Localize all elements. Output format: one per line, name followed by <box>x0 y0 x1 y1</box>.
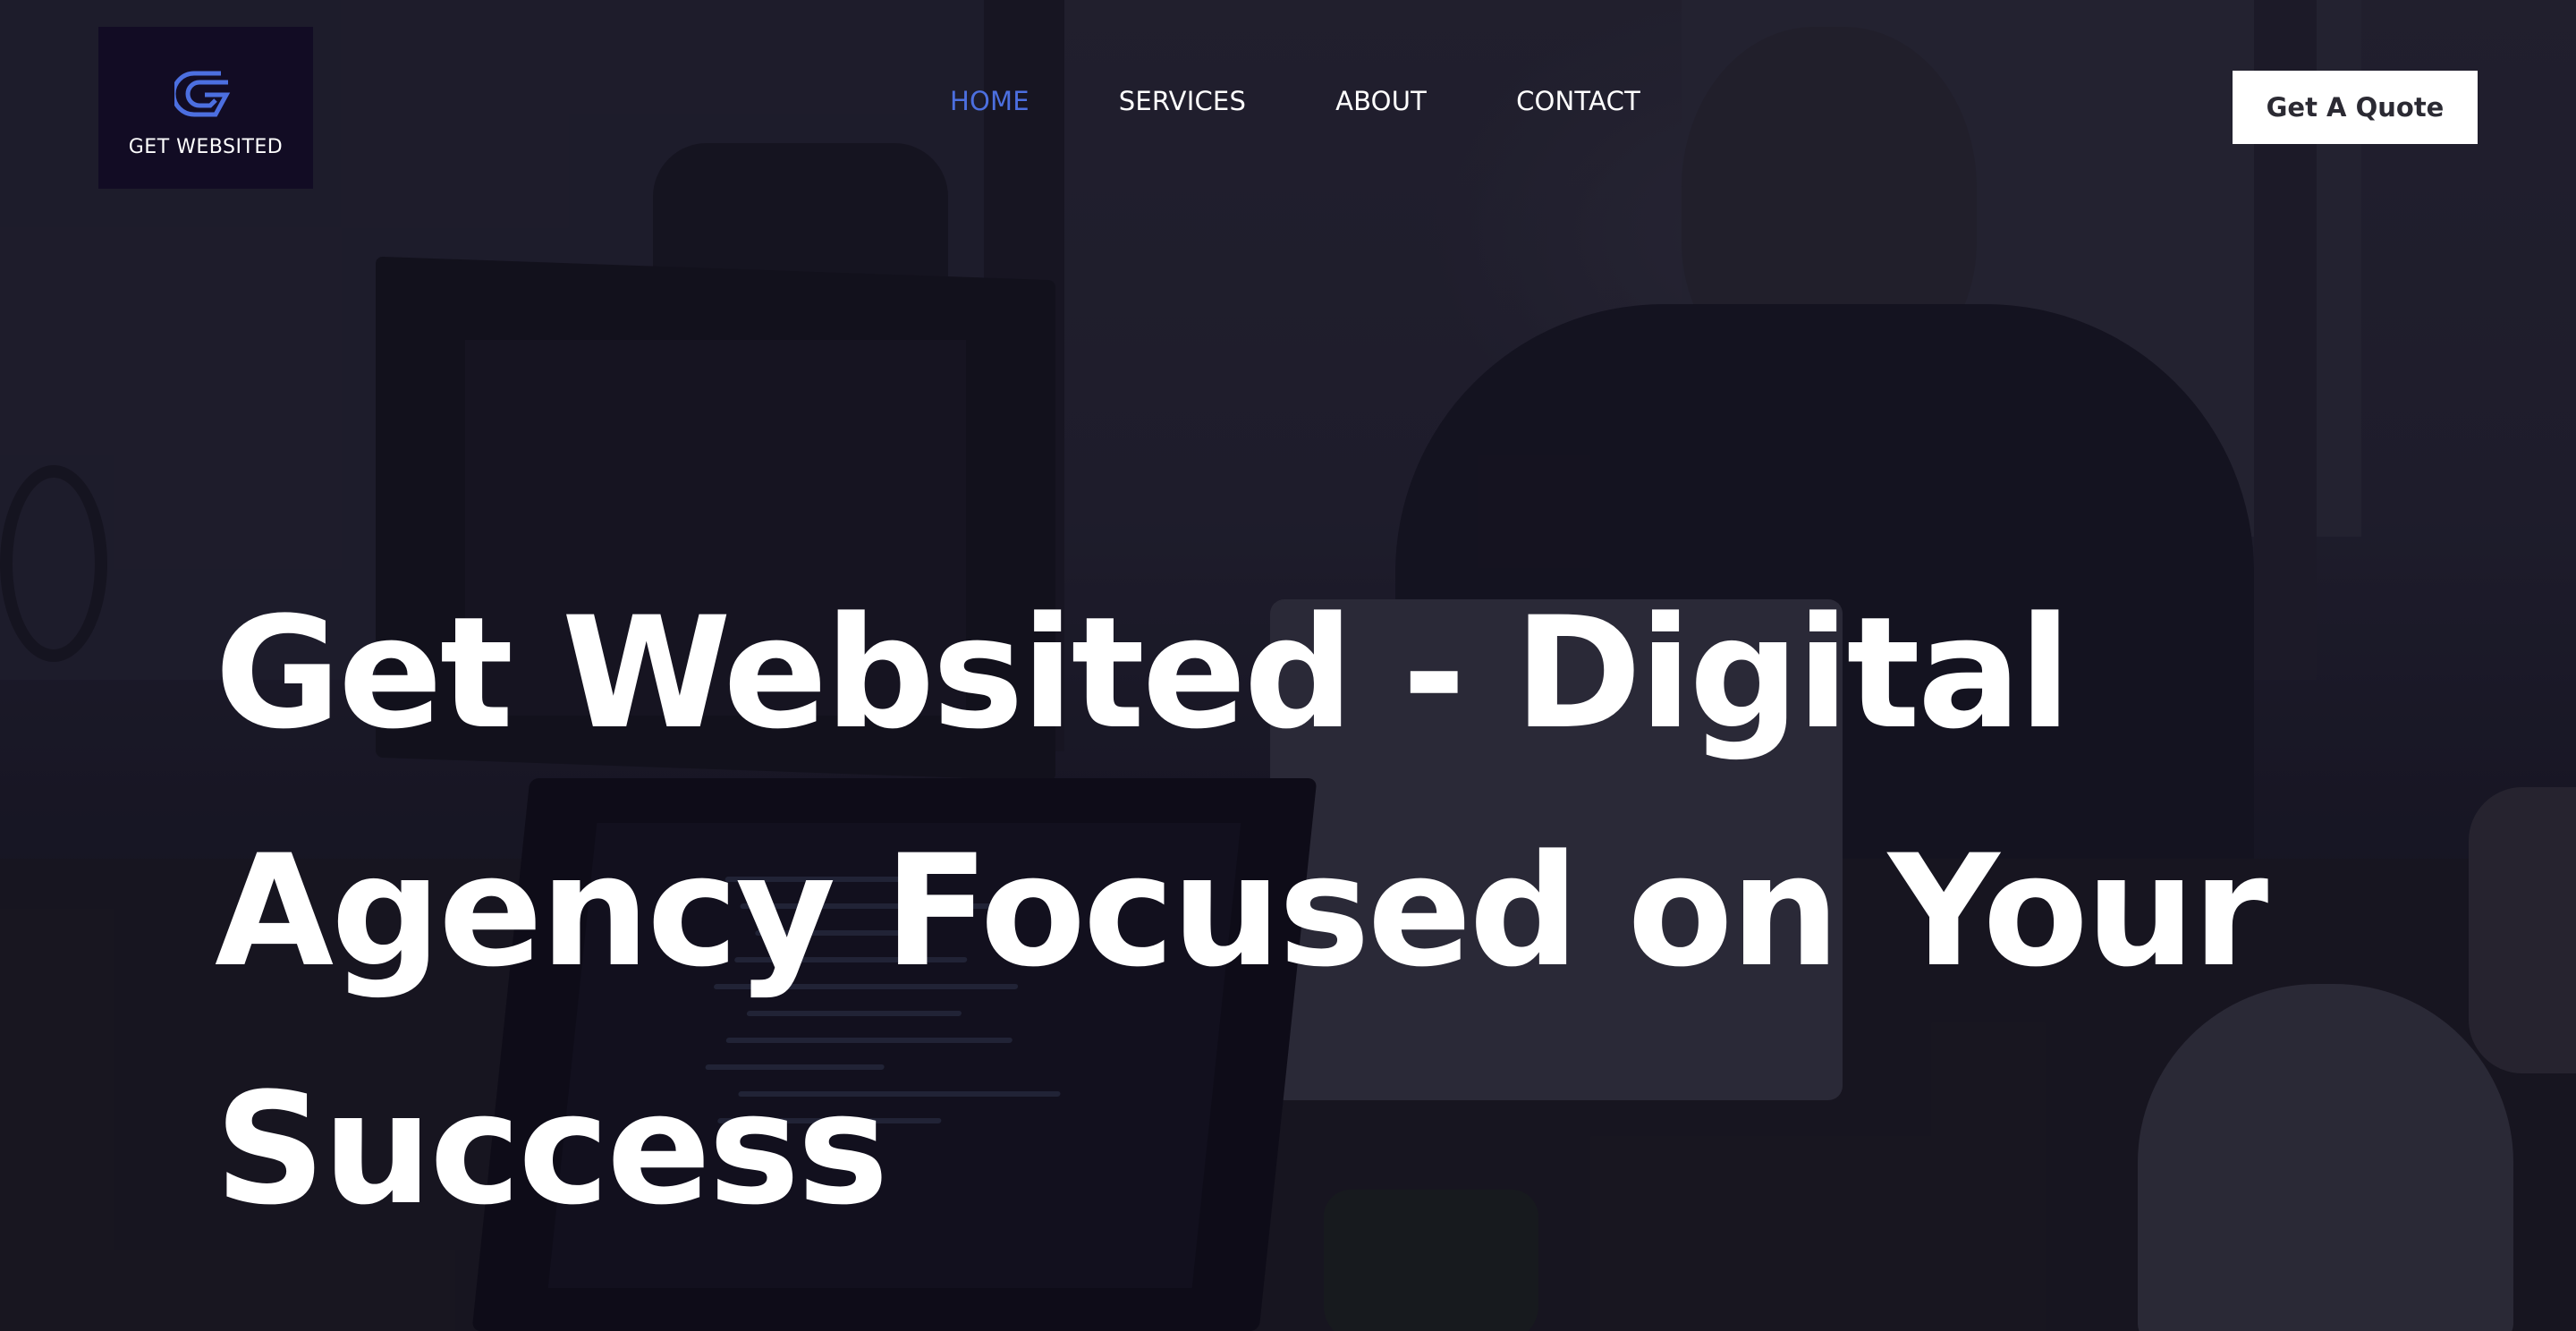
hero-title-line: Agency Focused on Your <box>215 821 2268 1001</box>
hero-title-line: Success <box>215 1059 889 1239</box>
nav-item-home[interactable]: HOME <box>950 86 1030 116</box>
site-logo[interactable]: GET WEBSITED <box>98 27 313 189</box>
hero-title-line: Get Websited - Digital <box>215 583 2072 763</box>
hero-title: Get Websited - Digital Agency Focused on… <box>215 555 2268 1268</box>
nav-item-about[interactable]: ABOUT <box>1335 86 1427 116</box>
nav-item-contact[interactable]: CONTACT <box>1516 86 1640 116</box>
stylized-g-logo-icon <box>174 71 231 117</box>
get-a-quote-button[interactable]: Get A Quote <box>2233 71 2478 144</box>
nav-item-services[interactable]: SERVICES <box>1119 86 1246 116</box>
main-navigation: HOME SERVICES ABOUT CONTACT <box>950 86 1640 116</box>
logo-text: GET WEBSITED <box>128 136 284 158</box>
